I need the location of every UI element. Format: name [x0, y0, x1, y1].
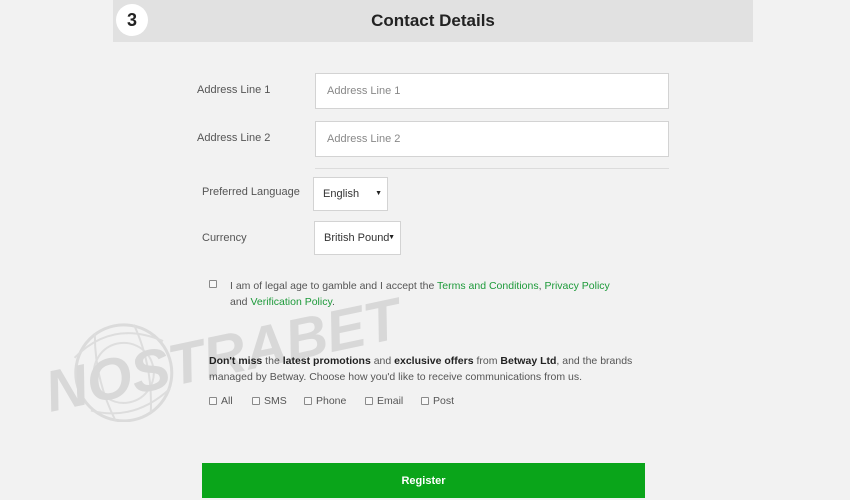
- terms-link[interactable]: Terms and Conditions: [437, 280, 539, 292]
- comm-all-label: All: [221, 395, 233, 407]
- comm-phone-checkbox[interactable]: [304, 397, 312, 405]
- preferred-language-label: Preferred Language: [202, 186, 300, 198]
- dropdown-arrow-icon: ▼: [388, 234, 395, 241]
- divider: [315, 168, 669, 169]
- terms-checkbox[interactable]: [209, 280, 217, 288]
- currency-select[interactable]: British Pound ▼: [314, 221, 401, 255]
- verification-policy-link[interactable]: Verification Policy: [250, 296, 332, 308]
- comm-sms-label: SMS: [264, 395, 287, 407]
- promotions-text: Don't miss the latest promotions and exc…: [209, 355, 633, 383]
- currency-value: British Pound: [324, 232, 390, 244]
- comm-all-checkbox[interactable]: [209, 397, 217, 405]
- address-line2-label: Address Line 2: [197, 132, 271, 144]
- comm-email-checkbox[interactable]: [365, 397, 373, 405]
- comm-phone-label: Phone: [316, 395, 347, 407]
- comm-email-label: Email: [377, 395, 404, 407]
- step-number-badge: 3: [116, 4, 148, 36]
- comm-post-checkbox[interactable]: [421, 397, 429, 405]
- address-line2-input[interactable]: [315, 121, 669, 157]
- comm-post-label: Post: [433, 395, 455, 407]
- preferred-language-value: English: [323, 188, 360, 200]
- terms-text: I am of legal age to gamble and I accept…: [230, 280, 610, 308]
- privacy-policy-link[interactable]: Privacy Policy: [544, 280, 609, 292]
- dropdown-arrow-icon: ▼: [375, 190, 382, 197]
- preferred-language-select[interactable]: English ▼: [313, 177, 388, 211]
- address-line1-input[interactable]: [315, 73, 669, 109]
- section-header: Contact Details 3: [113, 0, 753, 42]
- section-title: Contact Details: [371, 11, 495, 30]
- address-line1-label: Address Line 1: [197, 84, 271, 96]
- comm-sms-checkbox[interactable]: [252, 397, 260, 405]
- currency-label: Currency: [202, 232, 247, 244]
- register-button[interactable]: Register: [202, 463, 645, 498]
